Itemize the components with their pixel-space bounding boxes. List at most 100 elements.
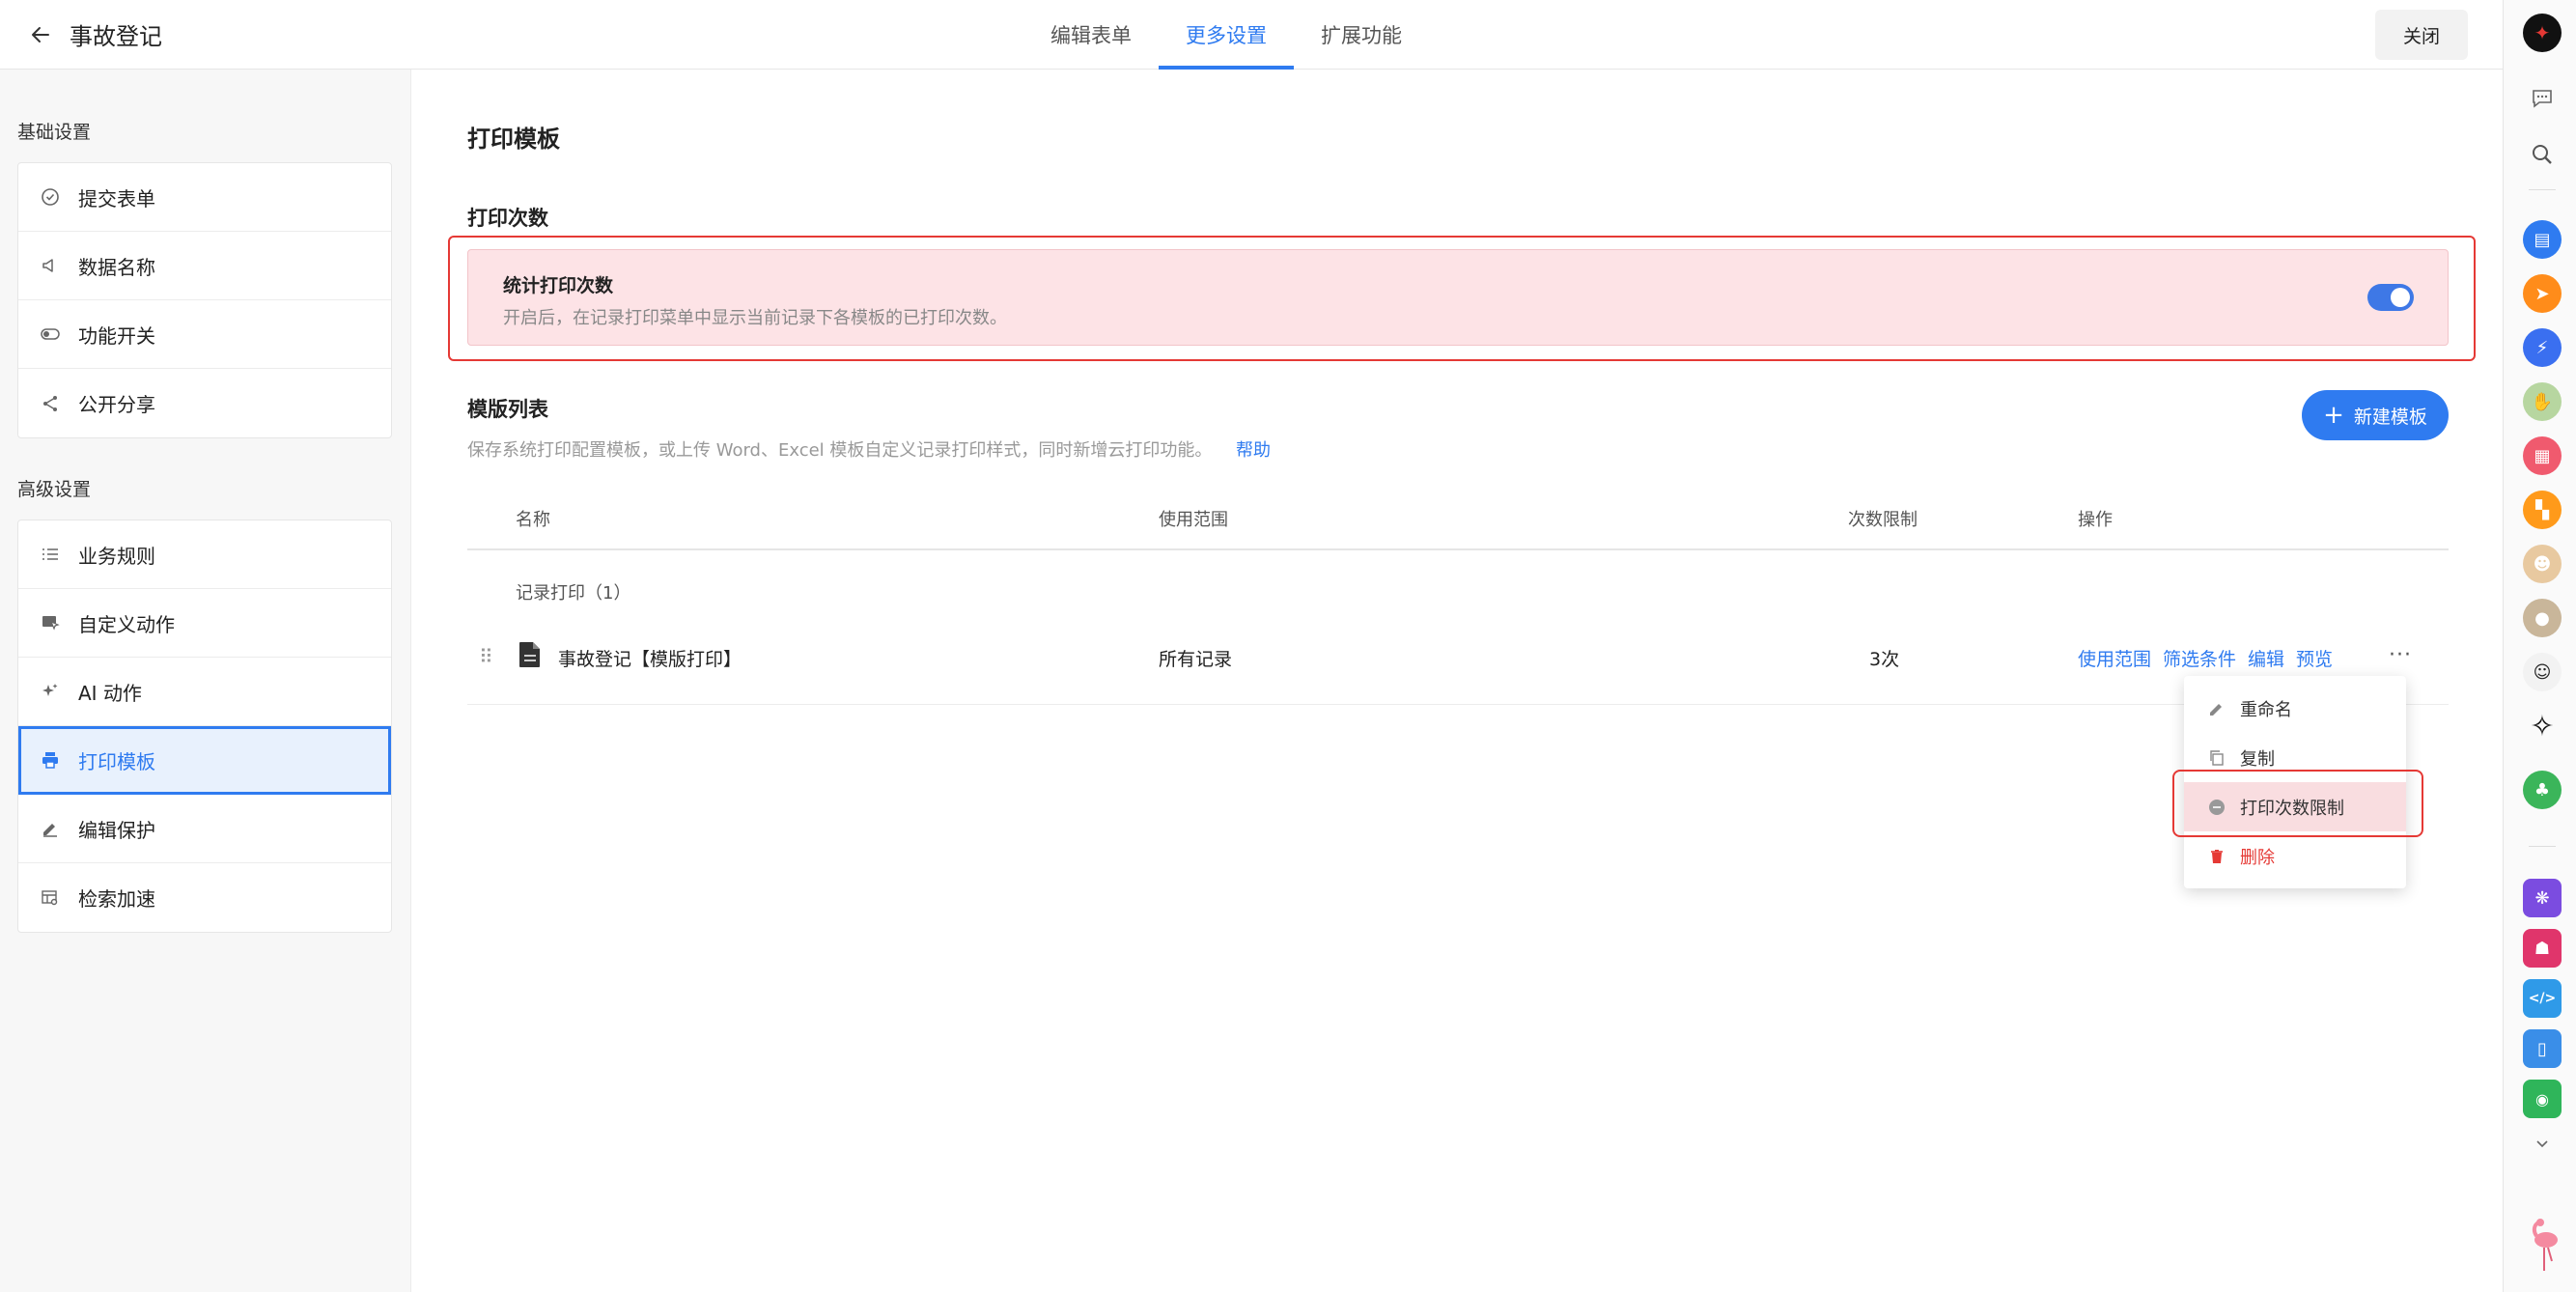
template-list-heading: 模版列表 [467,398,548,421]
document-icon [518,641,543,672]
advanced-settings-menu: 业务规则 自定义动作 AI 动作 打印模板 编辑保护 检索加速 [17,520,392,933]
list-icon [40,544,61,565]
person-app-icon[interactable]: ☺ [2523,653,2562,691]
toggle-icon [40,323,61,345]
menu-item-print-limit[interactable]: 打印次数限制 [2184,782,2406,831]
drag-handle-icon[interactable]: ⠿ [479,645,493,668]
ming-app-icon[interactable]: ◉ [2523,1080,2562,1118]
close-button[interactable]: 关闭 [2375,10,2468,60]
sidebar-item-label: 公开分享 [78,393,155,416]
pen-icon [40,818,61,839]
phone-app-icon[interactable]: ▯ [2523,1029,2562,1068]
action-preview[interactable]: 预览 [2296,645,2333,671]
table-search-icon [40,887,61,909]
trash-icon [2207,847,2226,866]
cursor-icon [40,612,61,633]
limit-icon [2207,798,2226,817]
sidebar-item-search-acceleration[interactable]: 检索加速 [18,863,391,932]
sidebar-item-label: 数据名称 [78,255,155,279]
sidebar-item-public-share[interactable]: 公开分享 [18,369,391,437]
search-icon[interactable] [2523,135,2562,174]
page-title: 打印模板 [467,126,560,153]
help-link[interactable]: 帮助 [1236,436,1271,462]
template-name[interactable]: 事故登记【模版打印】 [558,645,742,671]
sidebar-item-feature-switch[interactable]: 功能开关 [18,300,391,369]
row-more-menu: 重命名 复制 打印次数限制 删除 [2184,676,2406,888]
action-usage-scope[interactable]: 使用范围 [2078,645,2151,671]
template-list-desc: 保存系统打印配置模板，或上传 Word、Excel 模板自定义记录打印样式，同时… [467,440,1213,461]
flamingo-icon[interactable] [2523,1215,2562,1277]
print-count-card-title: 统计打印次数 [503,275,614,296]
column-header-actions: 操作 [2078,510,2113,530]
print-count-card-desc: 开启后，在记录打印菜单中显示当前记录下各模板的已打印次数。 [503,308,1007,328]
sidebar-item-submit-form[interactable]: 提交表单 [18,163,391,232]
sidebar-item-label: 打印模板 [78,749,155,773]
app-window: 事故登记 编辑表单 更多设置 扩展功能 关闭 基础设置 提交表单 数据名称 功能… [0,0,2503,1292]
basic-settings-heading: 基础设置 [17,122,92,143]
user-avatar[interactable]: ✦ [2523,14,2562,52]
sidebar-item-custom-action[interactable]: 自定义动作 [18,589,391,658]
character-app-icon[interactable]: ☻ [2523,545,2562,583]
sidebar-item-business-rules[interactable]: 业务规则 [18,520,391,589]
printer-icon [40,749,61,771]
megaphone-icon [40,255,61,276]
basic-settings-menu: 提交表单 数据名称 功能开关 公开分享 [17,162,392,438]
column-header-scope: 使用范围 [1159,510,1228,530]
more-options-icon[interactable]: ··· [2385,639,2416,670]
back-arrow-icon[interactable] [25,19,56,50]
team-app-icon[interactable]: ♣ [2523,771,2562,809]
settings-sidebar: 基础设置 提交表单 数据名称 功能开关 公开分享 高级设置 业务规则 自定义动作… [0,70,411,1292]
check-circle-icon [40,186,61,208]
sidebar-item-label: 自定义动作 [78,612,175,636]
dock-divider [2529,189,2556,190]
sidebar-item-edit-protection[interactable]: 编辑保护 [18,795,391,863]
calendar-app-icon[interactable]: ▦ [2523,436,2562,475]
star-app-icon[interactable]: ✧ [2523,707,2562,745]
action-filter-conditions[interactable]: 筛选条件 [2163,645,2236,671]
sidebar-item-label: 功能开关 [78,323,155,348]
grid-app-icon[interactable]: ▚ [2523,491,2562,529]
new-template-label: 新建模板 [2353,406,2427,428]
menu-item-rename[interactable]: 重命名 [2184,684,2406,733]
sidebar-item-label: 提交表单 [78,186,155,211]
send-app-icon[interactable]: ➤ [2523,274,2562,313]
sidebar-item-label: 业务规则 [78,544,155,568]
chat-bubble-icon[interactable] [2523,79,2562,118]
sidebar-item-data-name[interactable]: 数据名称 [18,232,391,300]
hands-app-icon[interactable]: ✋ [2523,382,2562,421]
new-template-button[interactable]: + 新建模板 [2302,390,2449,440]
template-actions: 使用范围 筛选条件 编辑 预览 [2078,645,2333,671]
tab-edit-form[interactable]: 编辑表单 [1023,0,1159,70]
template-limit: 3次 [1869,649,1900,670]
menu-item-label: 重命名 [2240,699,2292,720]
print-count-toggle[interactable] [2367,284,2414,311]
chevron-down-icon[interactable] [2523,1124,2562,1163]
code-app-icon[interactable]: </> [2523,979,2562,1018]
lightning-app-icon[interactable]: ⚡ [2523,328,2562,367]
cat-app-icon[interactable]: ● [2523,599,2562,637]
message-app-icon[interactable]: ▤ [2523,220,2562,259]
tab-more-settings[interactable]: 更多设置 [1159,0,1294,70]
tab-extensions[interactable]: 扩展功能 [1294,0,1429,70]
menu-item-label: 删除 [2240,847,2275,868]
print-count-heading: 打印次数 [467,207,548,230]
ai-app-icon[interactable]: ❋ [2523,879,2562,917]
pencil-icon [2207,699,2226,718]
sidebar-item-label: 检索加速 [78,887,155,911]
share-icon [40,393,61,414]
app-title: 事故登记 [70,23,162,50]
sparkle-icon [40,681,61,702]
action-edit[interactable]: 编辑 [2248,645,2284,671]
sidebar-item-print-template[interactable]: 打印模板 [18,726,391,795]
menu-item-copy[interactable]: 复制 [2184,733,2406,782]
group-label-record-print: 记录打印（1） [516,583,631,604]
sidebar-item-ai-action[interactable]: AI 动作 [18,658,391,726]
robot-app-icon[interactable]: ☗ [2523,929,2562,968]
sidebar-item-label: AI 动作 [78,681,142,705]
column-header-name: 名称 [516,510,550,530]
menu-item-label: 打印次数限制 [2240,798,2344,819]
menu-item-delete[interactable]: 删除 [2184,831,2406,881]
table-row-divider [467,704,2449,705]
sidebar-item-label: 编辑保护 [78,818,155,842]
advanced-settings-heading: 高级设置 [17,479,92,500]
